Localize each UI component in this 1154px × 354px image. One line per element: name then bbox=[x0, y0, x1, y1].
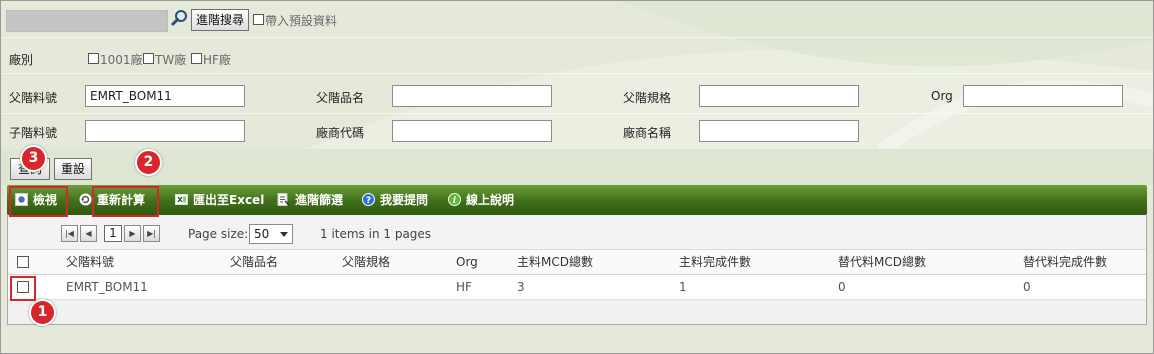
info-icon: i bbox=[448, 193, 461, 206]
col-alt-mcd-total[interactable]: 替代料MCD總數 bbox=[838, 250, 926, 274]
svg-text:i: i bbox=[453, 196, 457, 206]
first-page-icon[interactable]: |◀ bbox=[61, 225, 78, 242]
page-size-select[interactable]: 50 bbox=[249, 224, 293, 244]
online-help-button[interactable]: i 線上說明 bbox=[448, 185, 514, 215]
advanced-search-button[interactable]: 進階搜尋 bbox=[191, 9, 249, 31]
page-size-value: 50 bbox=[254, 227, 270, 241]
factory-tw-checkbox[interactable] bbox=[143, 53, 154, 64]
grid-toolbar: 檢視 重新計算 匯出至Excel 進階篩選 ? 我要提問 i 線上說明 bbox=[7, 185, 1147, 215]
app-window: 進階搜尋 帶入預設資料 廠別 1001廠 TW廠 HF廠 父階料號 父階品名 父… bbox=[0, 0, 1154, 354]
col-main-mcd-total[interactable]: 主料MCD總數 bbox=[517, 250, 593, 274]
prev-page-icon[interactable]: ◀ bbox=[80, 225, 97, 242]
divider bbox=[1, 73, 1153, 74]
cell-alt-mcd-total: 0 bbox=[838, 280, 846, 294]
ask-question-button[interactable]: ? 我要提問 bbox=[362, 185, 428, 215]
table-header: 父階料號 父階品名 父階規格 Org 主料MCD總數 主料完成件數 替代料MCD… bbox=[8, 250, 1146, 275]
svg-text:?: ? bbox=[366, 196, 371, 206]
col-parent-spec[interactable]: 父階規格 bbox=[342, 250, 390, 274]
col-org[interactable]: Org bbox=[456, 250, 478, 274]
factory-hf-label: HF廠 bbox=[203, 53, 231, 67]
divider bbox=[1, 113, 1153, 114]
current-page-number[interactable]: 1 bbox=[104, 225, 122, 242]
col-alt-completed[interactable]: 替代料完成件數 bbox=[1023, 250, 1107, 274]
vendor-name-label: 廠商名稱 bbox=[623, 126, 672, 140]
last-page-icon[interactable]: ▶| bbox=[143, 225, 160, 242]
recalc-icon bbox=[79, 193, 92, 206]
parent-part-no-input[interactable] bbox=[85, 85, 245, 107]
cell-main-mcd-total: 3 bbox=[517, 280, 525, 294]
highlight-row-checkbox bbox=[10, 276, 36, 301]
online-help-label: 線上說明 bbox=[466, 193, 515, 207]
child-part-no-label: 子階料號 bbox=[9, 126, 58, 140]
parent-name-label: 父階品名 bbox=[316, 91, 365, 105]
ask-question-label: 我要提問 bbox=[380, 193, 429, 207]
reset-button[interactable]: 重設 bbox=[54, 158, 92, 180]
factory-label: 廠別 bbox=[9, 53, 34, 67]
org-label: Org bbox=[931, 89, 953, 103]
pager: |◀ ◀ 1 ▶ ▶| Page size: 50 1 items in 1 p… bbox=[8, 215, 1146, 250]
col-parent-name[interactable]: 父階品名 bbox=[230, 250, 278, 274]
parent-spec-label: 父階規格 bbox=[623, 91, 672, 105]
excel-icon bbox=[175, 194, 188, 205]
annotation-marker-3: 3 bbox=[20, 145, 47, 172]
include-default-checkbox[interactable] bbox=[253, 14, 264, 25]
factory-1001-label: 1001廠 bbox=[100, 53, 143, 67]
advanced-filter-button[interactable]: 進階篩選 bbox=[277, 185, 343, 215]
next-page-icon[interactable]: ▶ bbox=[124, 225, 141, 242]
grid-footer bbox=[8, 300, 1146, 324]
factory-tw-label: TW廠 bbox=[155, 53, 187, 67]
export-label: 匯出至Excel bbox=[193, 193, 265, 207]
parent-part-no-label: 父階料號 bbox=[9, 91, 58, 105]
chevron-down-icon bbox=[280, 232, 288, 237]
parent-name-input[interactable] bbox=[392, 85, 552, 107]
cell-parent-part-no: EMRT_BOM11 bbox=[66, 280, 148, 294]
highlight-recalc bbox=[92, 186, 159, 217]
include-default-label: 帶入預設資料 bbox=[265, 14, 338, 28]
annotation-marker-1: 1 bbox=[29, 299, 56, 326]
divider bbox=[1, 37, 1153, 38]
vendor-code-label: 廠商代碼 bbox=[316, 126, 365, 140]
col-parent-part-no[interactable]: 父階料號 bbox=[66, 250, 114, 274]
cell-main-completed: 1 bbox=[679, 280, 687, 294]
highlight-view bbox=[9, 186, 68, 217]
search-icon[interactable] bbox=[171, 9, 189, 27]
select-all-checkbox[interactable] bbox=[17, 256, 29, 268]
export-excel-button[interactable]: 匯出至Excel bbox=[175, 185, 264, 215]
factory-hf-checkbox[interactable] bbox=[191, 53, 202, 64]
pager-summary: 1 items in 1 pages bbox=[320, 227, 432, 241]
cell-org: HF bbox=[456, 280, 472, 294]
child-part-no-input[interactable] bbox=[85, 120, 245, 142]
vendor-name-input[interactable] bbox=[699, 120, 859, 142]
parent-spec-input[interactable] bbox=[699, 85, 859, 107]
annotation-marker-2: 2 bbox=[135, 149, 162, 176]
vendor-code-input[interactable] bbox=[392, 120, 552, 142]
results-grid: |◀ ◀ 1 ▶ ▶| Page size: 50 1 items in 1 p… bbox=[7, 215, 1147, 325]
advanced-filter-label: 進階篩選 bbox=[295, 193, 344, 207]
page-size-label: Page size: bbox=[188, 227, 249, 241]
cell-alt-completed: 0 bbox=[1023, 280, 1031, 294]
col-main-completed[interactable]: 主料完成件數 bbox=[679, 250, 751, 274]
search-keyword-box[interactable] bbox=[6, 10, 168, 32]
factory-1001-checkbox[interactable] bbox=[88, 53, 99, 64]
filter-icon bbox=[277, 193, 290, 206]
action-bar bbox=[1, 149, 1153, 185]
org-input[interactable] bbox=[963, 85, 1123, 107]
help-question-icon: ? bbox=[362, 193, 375, 206]
table-row[interactable]: EMRT_BOM11 HF 3 1 0 0 bbox=[8, 275, 1146, 300]
